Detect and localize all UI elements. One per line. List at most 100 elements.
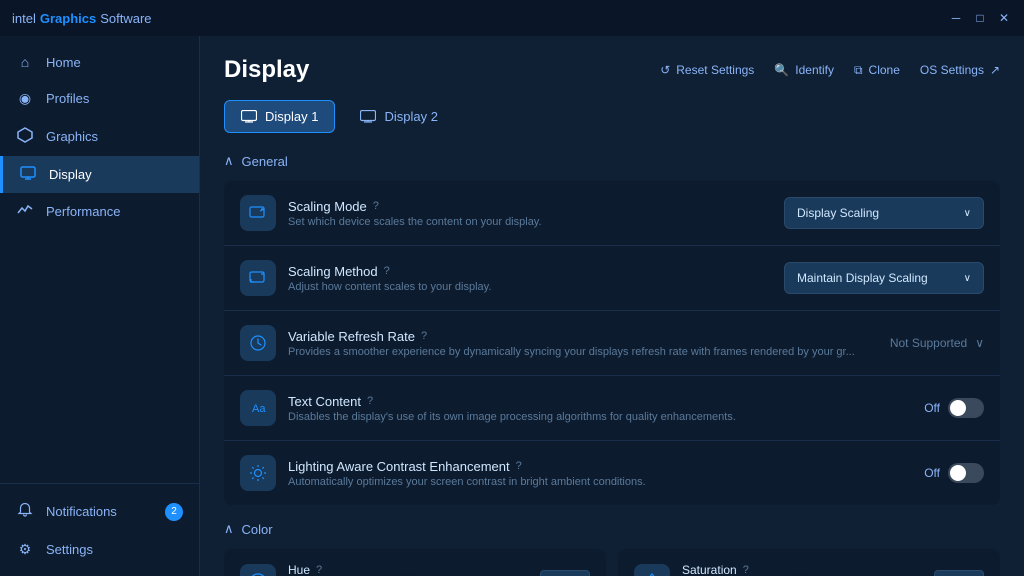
saturation-slider-wrapper: Saturation ? 0% 100% <box>682 563 922 576</box>
sidebar-item-performance[interactable]: Performance <box>0 193 199 230</box>
scaling-method-value: Maintain Display Scaling <box>797 271 928 285</box>
variable-refresh-desc: Provides a smoother experience by dynami… <box>288 346 878 358</box>
sidebar-item-profiles[interactable]: ◉ Profiles <box>0 80 199 117</box>
identify-label: Identify <box>795 63 834 77</box>
scaling-method-info: Scaling Method ? Adjust how content scal… <box>288 264 772 293</box>
display-icon <box>19 166 37 183</box>
os-settings-label: OS Settings <box>920 63 984 77</box>
lighting-aware-desc: Automatically optimizes your screen cont… <box>288 476 912 488</box>
graphics-icon <box>16 127 34 146</box>
sidebar: ⌂ Home ◉ Profiles Graphics <box>0 36 200 576</box>
variable-refresh-control: Not Supported ∨ <box>890 336 984 350</box>
sidebar-item-display-label: Display <box>49 167 92 182</box>
lighting-aware-toggle[interactable] <box>948 463 984 483</box>
scaling-mode-control: Display Scaling ∨ <box>784 197 984 229</box>
color-section-header[interactable]: ∧ Color <box>224 521 1000 537</box>
clone-button[interactable]: ⧉ Clone <box>854 63 900 78</box>
text-content-desc: Disables the display's use of its own im… <box>288 411 912 423</box>
hue-help[interactable]: ? <box>316 564 322 576</box>
scaling-mode-info: Scaling Mode ? Set which device scales t… <box>288 199 772 228</box>
general-section-header[interactable]: ∧ General <box>224 153 1000 169</box>
lighting-aware-control: Off <box>924 463 984 483</box>
sidebar-item-home[interactable]: ⌂ Home <box>0 44 199 80</box>
app-logo: intel Graphics Software <box>12 11 152 26</box>
sidebar-item-settings[interactable]: ⚙ Settings <box>0 531 199 568</box>
scaling-mode-title: Scaling Mode <box>288 199 367 214</box>
tab-display1[interactable]: Display 1 <box>224 100 335 133</box>
page-title: Display <box>224 56 309 84</box>
scaling-mode-desc: Set which device scales the content on y… <box>288 216 772 228</box>
saturation-control: Saturation ? 0% 100% 50 <box>618 549 1000 576</box>
sidebar-item-home-label: Home <box>46 55 81 70</box>
general-section-label: General <box>242 154 288 169</box>
lighting-aware-icon <box>240 455 276 491</box>
scaling-method-control: Maintain Display Scaling ∨ <box>784 262 984 294</box>
titlebar: intel Graphics Software ─ □ ✕ <box>0 0 1024 36</box>
sidebar-item-graphics-label: Graphics <box>46 129 98 144</box>
hue-slider-wrapper: Hue ? -180° 180° <box>288 563 528 576</box>
logo-software: Software <box>100 11 151 26</box>
saturation-value-input[interactable]: 50 ▲▼ <box>934 570 984 576</box>
saturation-label: Saturation <box>682 563 737 576</box>
scaling-method-dropdown[interactable]: Maintain Display Scaling ∨ <box>784 262 984 294</box>
reset-settings-label: Reset Settings <box>676 63 754 77</box>
identify-button[interactable]: 🔍 Identify <box>774 63 834 77</box>
color-section: ∧ Color Hue ? <box>224 521 1000 576</box>
external-link-icon: ↗ <box>990 63 1000 77</box>
scaling-mode-icon <box>240 195 276 231</box>
general-settings-card: Scaling Mode ? Set which device scales t… <box>224 181 1000 505</box>
lighting-aware-toggle-label: Off <box>924 466 940 480</box>
tab-display1-label: Display 1 <box>265 109 318 124</box>
saturation-help[interactable]: ? <box>743 564 749 576</box>
tab-display2-label: Display 2 <box>384 109 437 124</box>
sidebar-nav: ⌂ Home ◉ Profiles Graphics <box>0 44 199 483</box>
logo-graphics: Graphics <box>40 11 96 26</box>
hue-value-input[interactable]: 0 ▲▼ <box>540 570 590 576</box>
variable-refresh-info: Variable Refresh Rate ? Provides a smoot… <box>288 329 878 358</box>
scaling-mode-help[interactable]: ? <box>373 200 379 212</box>
content-header: Display ↺ Reset Settings 🔍 Identify ⧉ Cl… <box>224 56 1000 84</box>
scaling-method-icon <box>240 260 276 296</box>
variable-refresh-icon <box>240 325 276 361</box>
os-settings-button[interactable]: OS Settings ↗ <box>920 63 1000 77</box>
main-layout: ⌂ Home ◉ Profiles Graphics <box>0 36 1024 576</box>
clone-label: Clone <box>869 63 900 77</box>
lighting-aware-row: Lighting Aware Contrast Enhancement ? Au… <box>224 441 1000 505</box>
scaling-method-help[interactable]: ? <box>384 265 390 277</box>
text-content-control: Off <box>924 398 984 418</box>
close-button[interactable]: ✕ <box>996 10 1012 26</box>
monitor-icon <box>241 110 257 123</box>
lighting-aware-title: Lighting Aware Contrast Enhancement <box>288 459 510 474</box>
reset-icon: ↺ <box>660 63 670 77</box>
sidebar-item-graphics[interactable]: Graphics <box>0 117 199 156</box>
minimize-button[interactable]: ─ <box>948 10 964 26</box>
collapse-color-icon: ∧ <box>224 521 234 537</box>
home-icon: ⌂ <box>16 54 34 70</box>
reset-settings-button[interactable]: ↺ Reset Settings <box>660 63 754 77</box>
scaling-mode-dropdown[interactable]: Display Scaling ∨ <box>784 197 984 229</box>
text-content-icon: Aa <box>240 390 276 426</box>
tab-display2[interactable]: Display 2 <box>343 100 454 133</box>
window-controls: ─ □ ✕ <box>948 10 1012 26</box>
sidebar-item-performance-label: Performance <box>46 204 120 219</box>
dropdown-chevron2: ∨ <box>964 273 971 284</box>
text-content-row: Aa Text Content ? Disables the display's… <box>224 376 1000 441</box>
notifications-badge: 2 <box>165 503 183 521</box>
saturation-icon <box>634 564 670 576</box>
sidebar-item-display[interactable]: Display <box>0 156 199 193</box>
text-content-help[interactable]: ? <box>367 395 373 407</box>
dropdown-chevron: ∨ <box>964 208 971 219</box>
notifications-icon <box>16 502 34 521</box>
lighting-aware-help[interactable]: ? <box>516 460 522 472</box>
settings-icon: ⚙ <box>16 541 34 558</box>
text-content-toggle[interactable] <box>948 398 984 418</box>
sidebar-item-notifications[interactable]: Notifications 2 <box>0 492 199 531</box>
maximize-button[interactable]: □ <box>972 10 988 26</box>
sidebar-bottom: Notifications 2 ⚙ Settings <box>0 483 199 576</box>
display-tabs: Display 1 Display 2 <box>224 100 1000 133</box>
variable-refresh-help[interactable]: ? <box>421 330 427 342</box>
variable-refresh-title: Variable Refresh Rate <box>288 329 415 344</box>
hue-control: Hue ? -180° 180° 0 <box>224 549 606 576</box>
text-content-title: Text Content <box>288 394 361 409</box>
header-actions: ↺ Reset Settings 🔍 Identify ⧉ Clone OS S… <box>660 63 1000 78</box>
